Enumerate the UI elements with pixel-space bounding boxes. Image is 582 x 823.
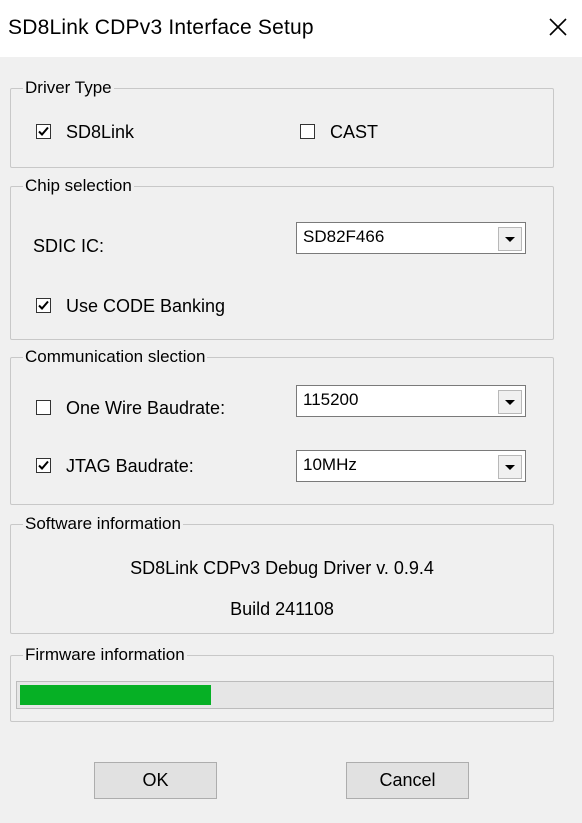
code-banking-label: Use CODE Banking xyxy=(66,296,226,316)
one-wire-baudrate-select[interactable]: 115200 xyxy=(296,385,526,417)
checkmark-icon xyxy=(38,460,49,470)
sdic-label: SDIC IC: xyxy=(33,236,105,256)
title-bar: SD8Link CDPv3 Interface Setup xyxy=(0,0,582,57)
progress-fill xyxy=(20,685,211,705)
code-banking-checkbox[interactable] xyxy=(36,298,51,313)
jtag-checkbox[interactable] xyxy=(36,458,51,473)
cast-label: CAST xyxy=(330,122,379,142)
one-wire-baudrate-value: 115200 xyxy=(303,390,359,409)
jtag-baudrate-value: 10MHz xyxy=(303,455,357,474)
sdic-select-value: SD82F466 xyxy=(303,227,385,246)
jtag-label: JTAG Baudrate: xyxy=(66,456,194,476)
software-info-legend: Software information xyxy=(23,513,183,535)
build-text: Build 241108 xyxy=(230,599,334,619)
driver-type-legend: Driver Type xyxy=(23,77,114,99)
communication-legend: Communication slection xyxy=(23,346,208,368)
chip-selection-legend: Chip selection xyxy=(23,175,134,197)
cast-checkbox[interactable] xyxy=(300,124,315,139)
chevron-down-icon[interactable] xyxy=(498,455,522,479)
chevron-down-icon[interactable] xyxy=(498,227,522,251)
sdic-select[interactable]: SD82F466 xyxy=(296,222,526,254)
communication-group: Communication slection xyxy=(10,346,554,505)
sd8link-checkbox[interactable] xyxy=(36,124,51,139)
chevron-down-icon[interactable] xyxy=(498,390,522,414)
window-title: SD8Link CDPv3 Interface Setup xyxy=(8,16,314,39)
firmware-info-legend: Firmware information xyxy=(23,644,187,666)
cancel-button[interactable]: Cancel xyxy=(346,762,469,799)
jtag-baudrate-select[interactable]: 10MHz xyxy=(296,450,526,482)
one-wire-checkbox[interactable] xyxy=(36,400,51,415)
close-icon[interactable] xyxy=(543,12,573,42)
driver-version-text: SD8Link CDPv3 Debug Driver v. 0.9.4 xyxy=(130,558,434,578)
sd8link-label: SD8Link xyxy=(66,122,135,142)
one-wire-label: One Wire Baudrate: xyxy=(66,398,226,418)
checkmark-icon xyxy=(38,300,49,310)
checkmark-icon xyxy=(38,126,49,136)
firmware-progress-bar xyxy=(16,681,554,709)
ok-button[interactable]: OK xyxy=(94,762,217,799)
